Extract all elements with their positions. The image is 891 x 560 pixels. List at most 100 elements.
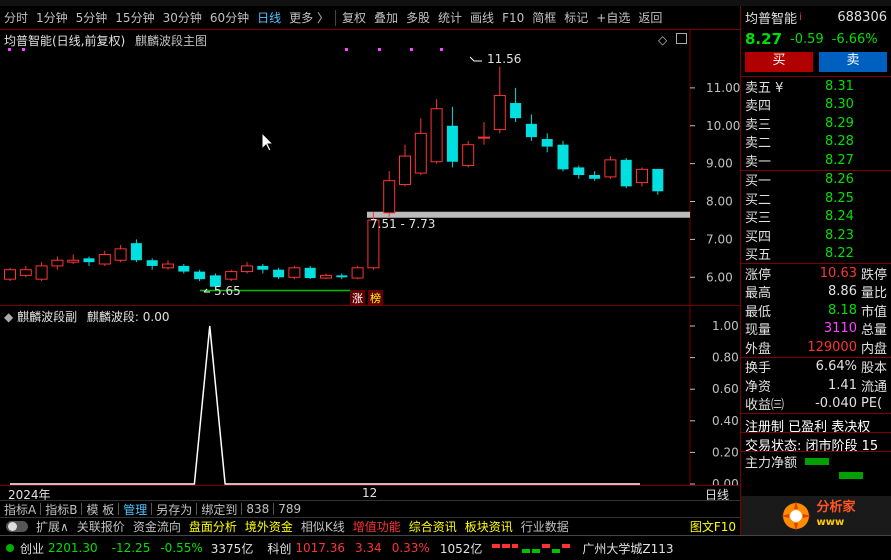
price-tick-label: 11.00: [706, 81, 740, 95]
function-tab[interactable]: 关联报价: [73, 518, 129, 535]
function-tab[interactable]: 盘面分析: [185, 518, 241, 535]
idx1-name[interactable]: 创业: [20, 540, 44, 557]
stats2-list: 换手 6.64% 股本 净资 1.41 流通 收益㈢ -0.040 PE(: [741, 356, 891, 413]
period-tab[interactable]: 30分钟: [159, 6, 206, 30]
idx1-change: -12.25: [111, 541, 151, 555]
range-label: 7.51 - 7.73: [370, 217, 436, 231]
ask-label: 卖三: [745, 117, 772, 133]
function-tab[interactable]: 境外资金: [241, 518, 297, 535]
indicator-tab[interactable]: 838: [242, 502, 273, 516]
toolbar-button[interactable]: 画线: [466, 6, 498, 30]
candle-body: [83, 258, 95, 263]
bid-row[interactable]: 买一 8.26: [741, 171, 891, 189]
idx2-name[interactable]: 科创: [267, 540, 291, 557]
broker-label[interactable]: 广州大学城Z113: [582, 540, 673, 557]
ask-row[interactable]: 卖四 8.30: [741, 96, 891, 114]
toolbar-button[interactable]: 标记: [560, 6, 592, 30]
price-tick-label: 9.00: [706, 157, 733, 171]
function-tab[interactable]: 扩展∧: [32, 518, 73, 535]
sell-button[interactable]: 卖: [819, 52, 887, 72]
function-tab[interactable]: 综合资讯: [405, 518, 461, 535]
indicator-tab[interactable]: 模 板: [82, 501, 118, 518]
toolbar-button[interactable]: F10: [498, 6, 528, 30]
buy-button[interactable]: 买: [745, 52, 813, 72]
function-tab[interactable]: 行业数据: [517, 518, 573, 535]
indicator-tab[interactable]: 另存为: [152, 501, 196, 518]
sub-tick-label: 0.40: [712, 414, 739, 428]
toggle-switch[interactable]: [6, 521, 28, 532]
f10-tab[interactable]: 图文F10: [686, 518, 740, 535]
candle-body: [510, 103, 522, 119]
period-tab[interactable]: 更多 〉: [285, 6, 333, 30]
ask-row[interactable]: 卖五 ¥ 8.31: [741, 77, 891, 96]
ask-row[interactable]: 卖二 8.28: [741, 133, 891, 151]
bid-row[interactable]: 买三 8.24: [741, 208, 891, 226]
candle-body: [589, 175, 601, 179]
indicator-tab[interactable]: 管理: [119, 501, 151, 518]
info-icon[interactable]: i: [799, 12, 802, 23]
idx1-pct: -0.55%: [160, 541, 203, 555]
period-tab[interactable]: 15分钟: [111, 6, 158, 30]
period-toolbar: 分时 1分钟 5分钟 15分钟 30分钟 60分钟 日线 更多 〉复权 叠加 多股 统计 画线 F10 简…: [0, 6, 740, 30]
stat-value: 8.18: [828, 302, 857, 318]
stat-row: 最低 8.18 市值: [741, 301, 891, 320]
toolbar-button[interactable]: 复权: [338, 6, 370, 30]
stat-label2: 市值: [860, 304, 887, 320]
idx2-value: 1017.36: [295, 541, 345, 555]
flow-bar-2: [839, 472, 863, 479]
period-tab[interactable]: 日线: [253, 6, 285, 30]
toolbar-button[interactable]: 简框: [528, 6, 560, 30]
toolbar-button[interactable]: 返回: [634, 6, 666, 30]
indicator-tab[interactable]: 789: [274, 502, 305, 516]
indicator-tab[interactable]: 绑定到: [197, 501, 241, 518]
zhang-tag[interactable]: 涨: [350, 290, 365, 306]
candle-body: [130, 243, 142, 261]
idx2-change: 3.34: [354, 541, 382, 555]
price-tick-label: 7.00: [706, 232, 733, 246]
period-tab[interactable]: 分时: [0, 6, 32, 30]
bid-row[interactable]: 买五 8.22: [741, 245, 891, 263]
indicator-tab[interactable]: 指标B: [41, 501, 81, 518]
period-tab[interactable]: 1分钟: [32, 6, 72, 30]
period-tab[interactable]: 5分钟: [72, 6, 112, 30]
main-chart[interactable]: 均普智能(日线,前复权) 麒麟波段主图 ◇ 11.00 10.00 9.00 8.00…: [0, 30, 740, 306]
toolbar-button[interactable]: 统计: [434, 6, 466, 30]
sub-indicator-plot: 1.000.800.600.400.200.00: [10, 306, 739, 486]
bid-price: 8.26: [825, 172, 854, 188]
sub-chart[interactable]: ◆ 麒麟波段副 麒麟波段: 0.00 1.00 0.80 0.60 0.40 0.20 0…: [0, 305, 740, 486]
bid-row[interactable]: 买二 8.25: [741, 189, 891, 208]
candle-body: [336, 275, 348, 278]
ask-price: 8.31: [825, 78, 854, 94]
breadth-bars-icon: [492, 544, 571, 553]
month-label: 12: [362, 486, 378, 500]
bang-tag[interactable]: 榜: [368, 290, 383, 306]
bid-label: 买二: [745, 192, 772, 208]
stat2-value: 6.64%: [815, 359, 857, 375]
stat2-row: 换手 6.64% 股本: [741, 358, 891, 376]
candlestick-plot: 11.00 10.00 9.00 8.00 7.00 6.00: [4, 30, 740, 305]
function-tab[interactable]: 资金流向: [129, 518, 185, 535]
bid-price: 8.23: [825, 227, 854, 243]
stat-label2: 内盘: [860, 341, 887, 357]
ask-row[interactable]: 卖一 8.27: [741, 151, 891, 170]
function-tab[interactable]: 相似K线: [297, 518, 349, 535]
function-tab[interactable]: 板块资讯: [461, 518, 517, 535]
bid-price: 8.25: [825, 190, 854, 206]
indicator-tab[interactable]: 指标A: [0, 501, 40, 518]
toolbar-button[interactable]: 叠加: [370, 6, 402, 30]
signal-dot: [22, 48, 25, 51]
order-book: 卖五 ¥8.31 卖四 8.30 卖三 8.29 卖二 8.28 卖一 8.27 买一 8.26 买…: [741, 76, 891, 263]
period-tab[interactable]: 60分钟: [206, 6, 253, 30]
main-flow-row: 主力净额: [741, 451, 891, 471]
toolbar-button[interactable]: 多股: [402, 6, 434, 30]
function-tab[interactable]: 增值功能: [349, 518, 405, 535]
toolbar-button[interactable]: +自选: [592, 6, 634, 30]
ask-price: 8.27: [825, 152, 854, 168]
candle-body: [478, 136, 490, 139]
ask-price: 8.30: [825, 97, 854, 113]
candle-body: [351, 267, 364, 279]
site-logo: 分析家 www: [741, 496, 891, 535]
function-tabs: 扩展∧ 关联报价 资金流向 盘面分析 境外资金 相似K线 增值功能 综合资讯 板块资讯 行业数据 …: [0, 517, 740, 535]
ask-row[interactable]: 卖三 8.29: [741, 114, 891, 133]
bid-row[interactable]: 买四 8.23: [741, 226, 891, 245]
